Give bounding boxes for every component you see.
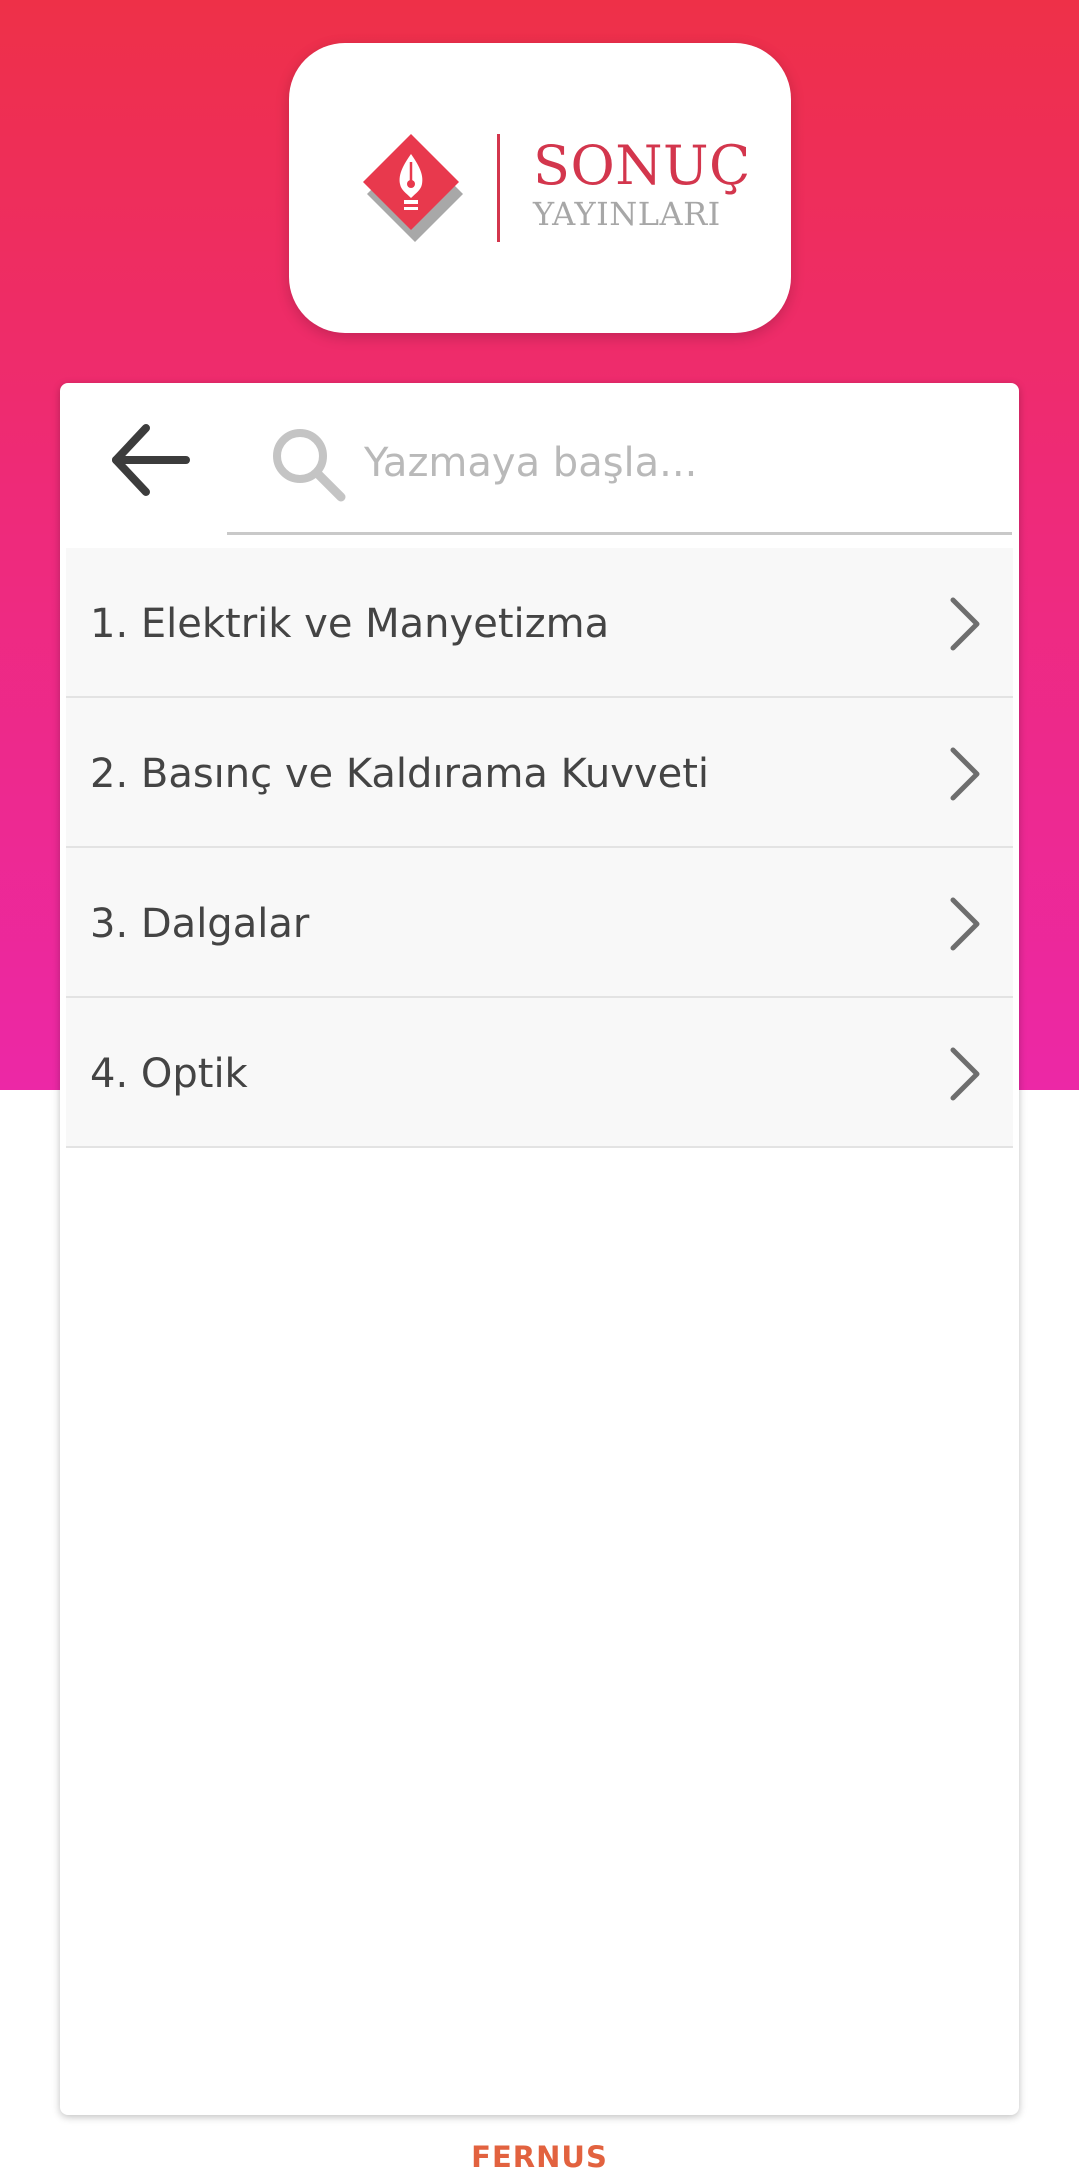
footer-brand: FERNUS <box>471 2140 608 2174</box>
list-item[interactable]: 3. Dalgalar <box>66 848 1013 998</box>
search-input[interactable] <box>364 423 984 503</box>
logo-subtitle: YAYINLARI <box>533 195 721 233</box>
list-item[interactable]: 2. Basınç ve Kaldırama Kuvveti <box>66 698 1013 848</box>
search-icon <box>273 429 346 502</box>
chevron-right-icon <box>950 1047 980 1101</box>
list-item-label: 1. Elektrik ve Manyetizma <box>90 601 610 647</box>
chevron-right-icon <box>950 747 980 801</box>
chevron-right-icon <box>950 597 980 651</box>
list-item-label: 4. Optik <box>90 1051 248 1097</box>
content-panel: 1. Elektrik ve Manyetizma 2. Basınç ve K… <box>60 383 1019 2115</box>
pen-nib-icon <box>363 134 463 242</box>
chevron-right-icon <box>950 897 980 951</box>
list-item-label: 3. Dalgalar <box>90 901 310 947</box>
arrow-left-icon <box>112 424 190 496</box>
search-bar <box>227 383 1012 535</box>
list-item[interactable]: 1. Elektrik ve Manyetizma <box>66 548 1013 698</box>
logo-divider <box>497 134 500 242</box>
back-button[interactable] <box>104 415 194 505</box>
chapter-list: 1. Elektrik ve Manyetizma 2. Basınç ve K… <box>66 548 1013 1148</box>
list-item-label: 2. Basınç ve Kaldırama Kuvveti <box>90 751 709 797</box>
list-item[interactable]: 4. Optik <box>66 998 1013 1148</box>
logo-title: SONUÇ <box>533 134 751 197</box>
